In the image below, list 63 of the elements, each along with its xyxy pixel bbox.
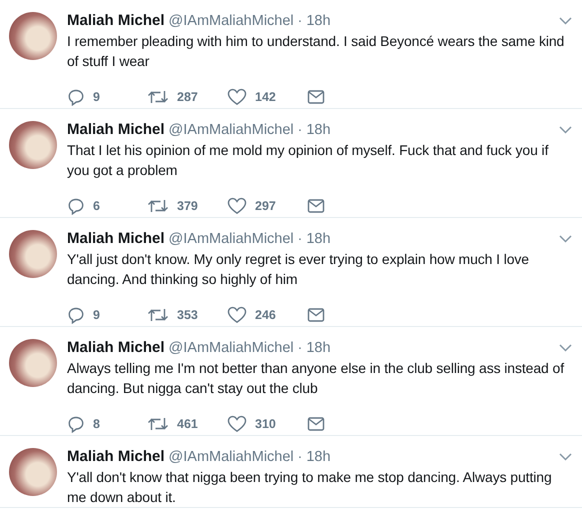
chevron-down-icon[interactable] [559,16,572,24]
reply-icon[interactable] [67,197,85,215]
retweet-icon[interactable] [147,197,169,215]
separator-dot: · [298,338,302,357]
user-name[interactable]: Maliah Michel [67,338,165,358]
tweet-time[interactable]: 18h [306,120,331,140]
tweet-time[interactable]: 18h [306,11,331,31]
tweet-text: I remember pleading with him to understand. I said Beyoncé wears the same kind of stuff I wear [67,32,566,71]
envelope-icon[interactable] [307,307,325,323]
chevron-down-icon[interactable] [559,344,572,352]
user-name[interactable]: Maliah Michel [67,447,165,467]
reply-icon[interactable] [67,88,85,106]
tweet-text: That I let his opinion of me mold my opinion of myself. Fuck that and fuck you if you got a problem [67,141,550,180]
reply-count: 6 [93,199,100,213]
envelope-icon[interactable] [307,198,325,214]
separator-dot: · [298,11,302,30]
heart-icon[interactable] [227,88,247,106]
user-handle[interactable]: @IAmMaliahMichel [168,11,294,31]
tweet-text: Always telling me I'm not better than anyone else in the club selling ass instead of dancing. But nigga can't stay out the club [67,359,566,398]
envelope-icon[interactable] [307,89,325,105]
envelope-icon[interactable] [307,416,325,432]
separator-dot: · [298,120,302,139]
retweet-count: 461 [177,417,198,431]
heart-icon[interactable] [227,415,247,433]
retweet-count: 353 [177,308,198,322]
reply-count: 8 [93,417,100,431]
avatar-photo[interactable] [9,121,57,169]
retweet-count: 379 [177,199,198,213]
avatar-photo[interactable] [9,12,57,60]
tweet-time[interactable]: 18h [306,229,331,249]
like-count: 310 [255,417,276,431]
reply-icon[interactable] [67,415,85,433]
user-handle[interactable]: @IAmMaliahMichel [168,229,294,249]
like-count: 246 [255,308,276,322]
chevron-down-icon[interactable] [559,452,572,460]
tweet-time[interactable]: 18h [306,447,331,467]
user-handle[interactable]: @IAmMaliahMichel [168,120,294,140]
retweet-icon[interactable] [147,415,169,433]
user-name[interactable]: Maliah Michel [67,229,165,249]
retweet-icon[interactable] [147,88,169,106]
heart-icon[interactable] [227,306,247,324]
like-count: 297 [255,199,276,213]
chevron-down-icon[interactable] [559,126,572,134]
separator-dot: · [298,229,302,248]
tweet-text: Y'all don't know that nigga been trying to make me stop dancing. Always putting me down about it. [67,468,553,507]
avatar-photo[interactable] [9,339,57,387]
reply-icon[interactable] [67,306,85,324]
separator-dot: · [298,447,302,466]
chevron-down-icon[interactable] [559,234,572,242]
retweet-icon[interactable] [147,306,169,324]
like-count: 142 [255,90,276,104]
user-name[interactable]: Maliah Michel [67,120,165,140]
reply-count: 9 [93,90,100,104]
user-handle[interactable]: @IAmMaliahMichel [168,338,294,358]
reply-count: 9 [93,308,100,322]
avatar-photo[interactable] [9,448,57,496]
user-name[interactable]: Maliah Michel [67,11,165,31]
tweet-text: Y'all just don't know. My only regret is ever trying to explain how much I love dancing. And thinking so highly of him [67,250,530,289]
retweet-count: 287 [177,90,198,104]
user-handle[interactable]: @IAmMaliahMichel [168,447,294,467]
avatar-photo[interactable] [9,230,57,278]
tweet-time[interactable]: 18h [306,338,331,358]
heart-icon[interactable] [227,197,247,215]
